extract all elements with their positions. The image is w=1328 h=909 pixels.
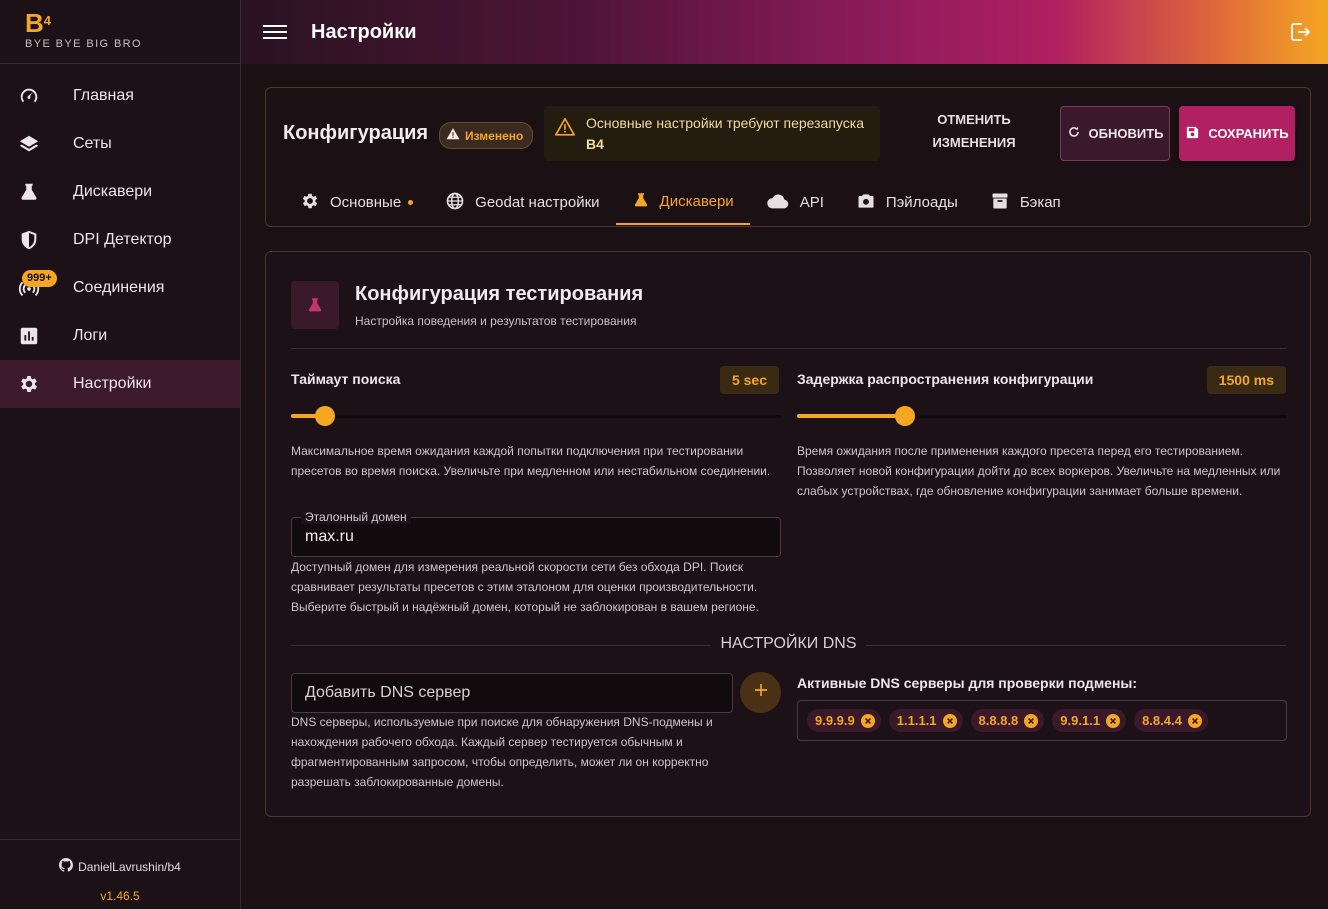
testing-config-card: Конфигурация тестирования Настройка пове…: [265, 251, 1311, 817]
configuration-card: Конфигурация Изменено Основные настройки…: [265, 87, 1311, 227]
github-icon: [59, 858, 74, 875]
dns-chip: 9.9.9.9: [807, 709, 881, 732]
sidebar: B4 BYE BYE BIG BRO Главная Сеты Дискавер…: [0, 0, 241, 909]
brand-logo: B4: [25, 8, 52, 38]
sidebar-footer: DanielLavrushin/b4 v1.46.5: [0, 839, 240, 909]
delay-value-badge: 1500 ms: [1206, 366, 1286, 394]
refresh-button[interactable]: ОБНОВИТЬ: [1060, 106, 1170, 161]
delay-help: Время ожидания после применения каждого …: [797, 444, 1281, 498]
unsaved-dot: [408, 200, 414, 205]
archive-icon: [990, 191, 1010, 215]
restart-warning: Основные настройки требуют перезапуска B…: [544, 106, 880, 161]
divider: [291, 348, 1286, 349]
sidebar-item-discovery[interactable]: Дискавери: [0, 168, 240, 216]
tab-payloads[interactable]: Пэйлоады: [840, 180, 974, 225]
cloud-icon: [766, 192, 790, 214]
sidebar-item-label: Настройки: [73, 375, 152, 392]
remove-chip-icon[interactable]: [1024, 713, 1039, 728]
sidebar-item-label: Логи: [73, 327, 108, 344]
dns-chip: 1.1.1.1: [888, 709, 963, 732]
menu-toggle-button[interactable]: [263, 21, 287, 43]
gear-icon: [300, 191, 320, 215]
dns-chip: 8.8.8.8: [970, 709, 1045, 732]
sidebar-item-label: DPI Детектор: [73, 231, 172, 248]
remove-chip-icon[interactable]: [942, 713, 957, 728]
section-title: Конфигурация тестирования: [355, 283, 644, 305]
sidebar-item-home[interactable]: Главная: [0, 72, 240, 120]
active-dns-list: 9.9.9.9 1.1.1.1 8.8.8.8 9.9.1.1 8.8.4.4: [797, 700, 1287, 741]
warning-icon: [446, 127, 460, 144]
shield-icon: [18, 229, 40, 251]
section-subtitle: Настройка поведения и результатов тестир…: [355, 314, 637, 328]
sidebar-nav: Главная Сеты Дискавери DPI Детектор 999+: [0, 64, 240, 408]
tab-backup[interactable]: Бэкап: [974, 180, 1077, 225]
add-dns-button[interactable]: [740, 672, 781, 713]
save-button[interactable]: СОХРАНИТЬ: [1179, 106, 1295, 161]
sidebar-item-label: Соединения: [73, 279, 165, 296]
logout-icon[interactable]: [1288, 20, 1312, 49]
flask-icon: [18, 181, 40, 203]
sidebar-item-label: Дискавери: [73, 183, 153, 200]
timeout-help: Максимальное время ожидания каждой попыт…: [291, 444, 771, 478]
delay-label: Задержка распространения конфигурации: [797, 371, 1094, 387]
remove-chip-icon[interactable]: [1106, 713, 1121, 728]
dns-help: DNS серверы, используемые при поиске для…: [291, 715, 713, 789]
sidebar-item-connections[interactable]: 999+ Соединения: [0, 264, 240, 312]
cancel-changes-button[interactable]: ОТМЕНИТЬ ИЗМЕНЕНИЯ: [916, 108, 1032, 154]
delay-slider[interactable]: [797, 406, 1287, 426]
timeout-value-badge: 5 sec: [719, 366, 779, 394]
reference-domain-label: Эталонный домен: [301, 510, 411, 524]
brand[interactable]: B4 BYE BYE BIG BRO: [0, 0, 240, 64]
flask-icon: [632, 191, 650, 213]
reference-domain-help: Доступный домен для измерения реальной с…: [291, 560, 759, 614]
sidebar-item-label: Сеты: [73, 135, 112, 152]
flask-icon: [291, 281, 339, 329]
plus-icon: [752, 681, 770, 704]
reference-domain-value: max.ru: [305, 528, 354, 545]
app-header: Настройки: [241, 0, 1328, 64]
slider-thumb[interactable]: [315, 406, 336, 426]
layers-icon: [18, 133, 40, 155]
sidebar-item-sets[interactable]: Сеты: [0, 120, 240, 168]
sidebar-item-dpi-detector[interactable]: DPI Детектор: [0, 216, 240, 264]
floppy-icon: [1185, 125, 1200, 143]
tab-api[interactable]: API: [750, 180, 840, 225]
reference-domain-field[interactable]: Эталонный домен max.ru: [291, 510, 781, 557]
dns-server-input[interactable]: Добавить DNS сервер: [291, 673, 733, 713]
camera-icon: [856, 191, 876, 215]
warning-icon: [554, 116, 576, 143]
tab-general[interactable]: Основные: [284, 180, 429, 225]
dns-section-title: НАСТРОЙКИ DNS: [720, 635, 857, 652]
timeout-slider[interactable]: [291, 406, 781, 426]
gear-icon: [18, 373, 40, 395]
warning-text: Основные настройки требуют перезапуска: [586, 115, 864, 131]
active-dns-label: Активные DNS серверы для проверки подмен…: [797, 675, 1138, 691]
repo-link[interactable]: DanielLavrushin/b4: [0, 858, 240, 875]
warning-text-target: B4: [586, 136, 604, 152]
connections-count-badge: 999+: [22, 270, 57, 287]
dns-chip: 9.9.1.1: [1052, 709, 1127, 732]
changed-badge: Изменено: [439, 122, 534, 149]
chart-icon: [18, 325, 40, 347]
sidebar-item-logs[interactable]: Логи: [0, 312, 240, 360]
refresh-icon: [1067, 125, 1081, 142]
tab-discovery[interactable]: Дискавери: [615, 180, 750, 225]
globe-icon: [445, 191, 465, 215]
remove-chip-icon[interactable]: [860, 713, 875, 728]
version-label: v1.46.5: [100, 889, 140, 903]
settings-tabs: Основные Geodat настройки Дискавери API: [284, 180, 1077, 226]
sidebar-item-settings[interactable]: Настройки: [0, 360, 240, 408]
gauge-icon: [18, 85, 40, 107]
timeout-label: Таймаут поиска: [291, 371, 401, 387]
dns-chip: 8.8.4.4: [1134, 709, 1208, 732]
slider-thumb[interactable]: [894, 406, 915, 426]
configuration-title: Конфигурация: [283, 122, 429, 144]
brand-subtitle: BYE BYE BIG BRO: [25, 38, 142, 50]
tab-geodat[interactable]: Geodat настройки: [429, 180, 615, 225]
page-title: Настройки: [311, 20, 417, 43]
remove-chip-icon[interactable]: [1187, 713, 1202, 728]
repo-name: DanielLavrushin/b4: [78, 859, 181, 874]
sidebar-item-label: Главная: [73, 87, 134, 104]
